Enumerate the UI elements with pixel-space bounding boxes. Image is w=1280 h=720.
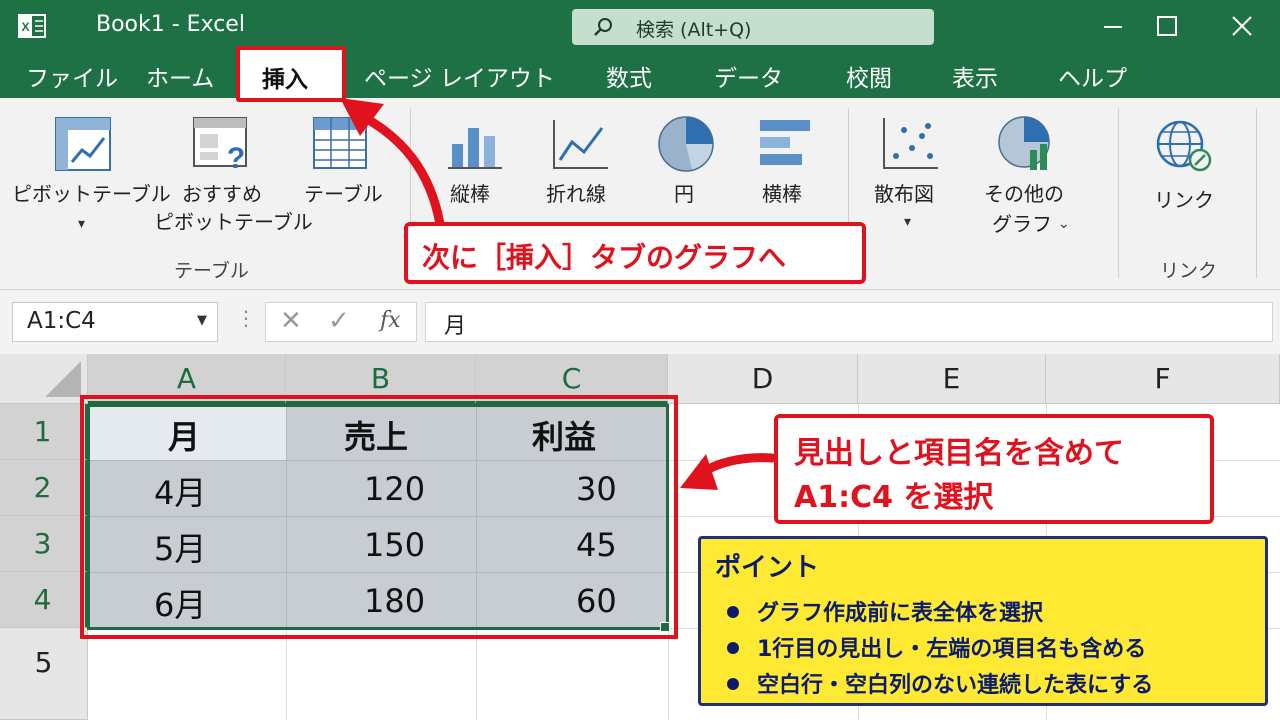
window-title: Book1 - Excel	[96, 12, 245, 37]
bar-chart-button[interactable]: 横棒	[762, 180, 802, 208]
group-label-link: リンク	[1160, 260, 1218, 282]
check-icon[interactable]: ✓	[328, 306, 350, 336]
close-icon[interactable]	[1216, 6, 1270, 46]
excel-logo-icon: X	[18, 14, 46, 38]
svg-text:X: X	[21, 20, 29, 34]
formula-input[interactable]: 月	[425, 302, 1273, 342]
select-range-callout: 見出しと項目名を含めて A1:C4 を選択	[774, 414, 1214, 524]
chevron-down-icon[interactable]: ▼	[197, 313, 207, 328]
search-box[interactable]: 検索 (Alt+Q)	[572, 9, 934, 45]
name-box-value: A1:C4	[27, 308, 96, 334]
scatter-chart-button[interactable]: 散布図	[874, 180, 934, 208]
fill-handle[interactable]	[660, 622, 670, 632]
tab-insert-label: 挿入	[262, 67, 308, 93]
tip-item: 1行目の見出し・左端の項目名も含める	[727, 631, 1146, 663]
ribbon-separator	[1256, 108, 1257, 278]
tab-help[interactable]: ヘルプ	[1058, 59, 1127, 93]
tips-title: ポイント	[715, 553, 820, 583]
more-vertical-icon[interactable]: ⋮	[236, 306, 256, 330]
selection-range	[87, 404, 669, 630]
formula-bar: A1:C4 ▼ ⋮ ✕ ✓ fx 月	[0, 290, 1280, 354]
tab-file[interactable]: ファイル	[26, 59, 118, 93]
tab-view[interactable]: 表示	[952, 59, 998, 93]
table-icon	[313, 117, 367, 169]
ribbon-separator	[1118, 108, 1119, 278]
column-header-d[interactable]: D	[668, 354, 858, 404]
maximize-icon[interactable]	[1140, 6, 1194, 46]
insert-tab-callout: 次に［挿入］タブのグラフへ	[404, 222, 866, 284]
column-header-e[interactable]: E	[858, 354, 1046, 404]
column-chart-icon	[448, 128, 502, 169]
svg-text:?: ?	[227, 142, 245, 174]
select-all-corner[interactable]	[0, 354, 88, 404]
pivot-table-button[interactable]: ピボットテーブル	[12, 180, 171, 208]
tip-item: グラフ作成前に表全体を選択	[727, 595, 1043, 627]
title-bar: X Book1 - Excel 検索 (Alt+Q)	[0, 0, 1280, 52]
search-placeholder: 検索 (Alt+Q)	[636, 19, 752, 41]
formula-buttons: ✕ ✓ fx	[265, 302, 417, 342]
line-chart-icon	[553, 120, 608, 169]
line-chart-button[interactable]: 折れ線	[546, 180, 606, 208]
pivot-table-icon	[55, 117, 111, 171]
tab-home[interactable]: ホーム	[146, 59, 214, 93]
column-chart-button[interactable]: 縦棒	[450, 180, 490, 208]
recommended-pivot-label-2[interactable]: ピボットテーブル	[154, 208, 313, 236]
group-label-table: テーブル	[174, 260, 249, 282]
search-icon	[594, 18, 612, 36]
other-charts-icon	[998, 116, 1050, 170]
tab-page-layout[interactable]: ページ レイアウト	[364, 59, 555, 93]
other-charts-label-2[interactable]: グラフ	[992, 210, 1052, 238]
tab-data[interactable]: データ	[714, 59, 783, 93]
tab-review[interactable]: 校閲	[846, 59, 892, 93]
bar-chart-icon	[760, 120, 810, 165]
link-button[interactable]: リンク	[1154, 186, 1214, 214]
select-range-callout-line-2: A1:C4 を選択	[794, 480, 994, 515]
row-header-2[interactable]: 2	[0, 460, 88, 516]
name-box[interactable]: A1:C4 ▼	[12, 302, 218, 342]
recommended-pivot-icon: ?	[193, 117, 247, 174]
scatter-chart-icon	[883, 118, 938, 169]
table-button[interactable]: テーブル	[304, 180, 383, 208]
tab-insert[interactable]: 挿入	[236, 46, 346, 102]
row-header-1[interactable]: 1	[0, 404, 88, 460]
select-range-callout-line-1: 見出しと項目名を含めて	[794, 436, 1124, 471]
formula-value: 月	[444, 314, 467, 339]
chevron-down-icon[interactable]: ▾	[904, 214, 911, 230]
chevron-down-icon[interactable]: ▾	[78, 216, 85, 232]
pie-chart-icon	[658, 116, 714, 172]
cancel-icon[interactable]: ✕	[280, 306, 302, 336]
tab-formulas[interactable]: 数式	[606, 59, 652, 93]
insert-tab-callout-text: 次に［挿入］タブのグラフへ	[422, 241, 787, 274]
tips-box: ポイント グラフ作成前に表全体を選択 1行目の見出し・左端の項目名も含める 空白…	[698, 536, 1268, 706]
other-charts-label-1[interactable]: その他の	[984, 180, 1064, 208]
row-header-3[interactable]: 3	[0, 516, 88, 572]
minimize-icon[interactable]	[1086, 6, 1140, 46]
ribbon-tabs: ファイル ホーム ページ レイアウト 数式 データ 校閲 表示 ヘルプ	[0, 52, 1280, 98]
tip-item: 空白行・空白列のない連続した表にする	[727, 667, 1153, 699]
insert-function-icon[interactable]: fx	[380, 308, 401, 333]
row-header-4[interactable]: 4	[0, 572, 88, 628]
chevron-down-icon[interactable]: ⌄	[1058, 216, 1070, 232]
link-globe-icon	[1156, 120, 1212, 172]
column-header-f[interactable]: F	[1046, 354, 1280, 404]
recommended-pivot-label-1[interactable]: おすすめ	[182, 180, 262, 208]
pie-chart-button[interactable]: 円	[674, 180, 694, 208]
row-header-5[interactable]: 5	[0, 628, 88, 720]
